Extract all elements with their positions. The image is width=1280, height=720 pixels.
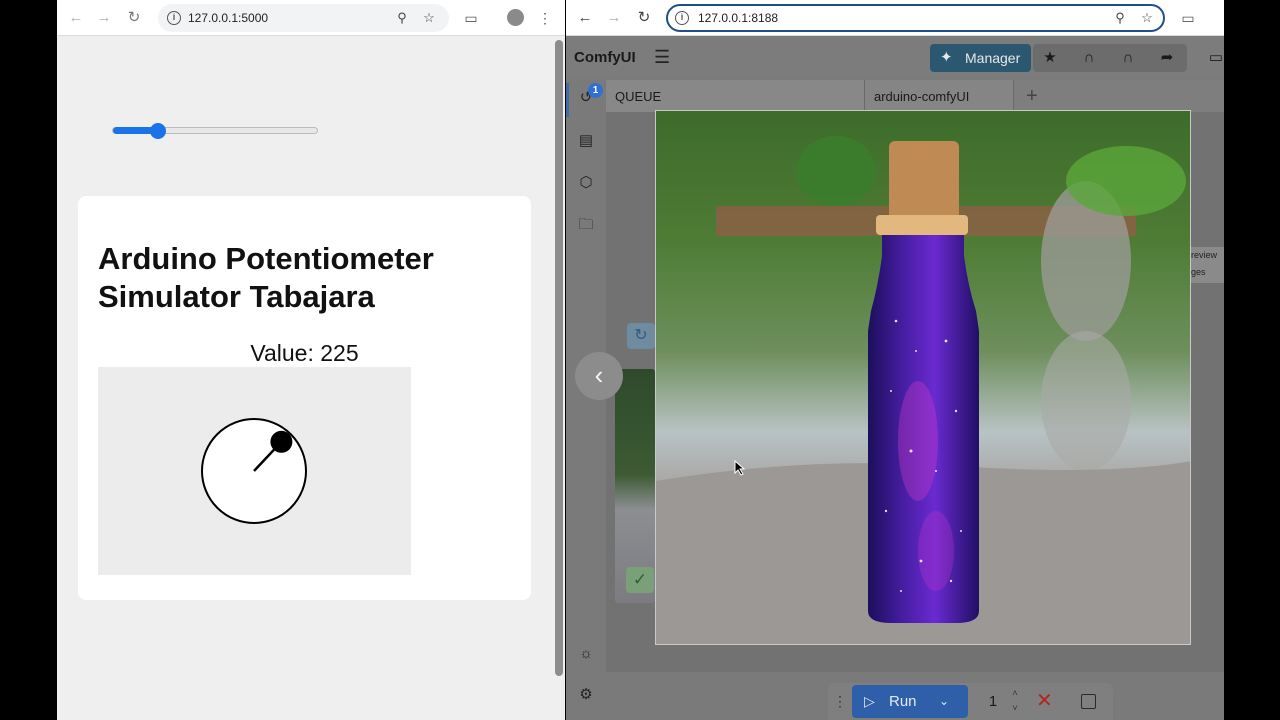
comfyui-header: ComfyUI ☰ ✦ Manager ★ ∩ ∩ ➦ ▭ xyxy=(566,37,1224,79)
batch-stepper[interactable]: ˄ ˅ xyxy=(1008,686,1022,716)
manager-button[interactable]: ✦ Manager xyxy=(930,44,1031,72)
loading-spinner-icon: ↻ xyxy=(627,323,655,349)
node-library-icon[interactable]: ▤ xyxy=(576,131,596,151)
star-icon[interactable]: ★ xyxy=(1040,49,1060,67)
value-readout: Value: 225 xyxy=(250,340,359,366)
cancel-icon[interactable]: ✕ xyxy=(1036,690,1053,712)
model-library-icon[interactable]: ⬡ xyxy=(576,173,596,193)
extensions-icon[interactable]: ▭ xyxy=(462,9,480,27)
site-info-icon[interactable]: i xyxy=(167,11,181,25)
zoom-icon[interactable]: ⚲ xyxy=(394,10,410,26)
profile-avatar[interactable] xyxy=(507,9,524,26)
address-url: 127.0.0.1:5000 xyxy=(188,11,269,25)
manager-label: Manager xyxy=(965,50,1021,66)
knob-indicator-dot xyxy=(270,430,293,453)
side-panel-label: review ges xyxy=(1188,247,1224,283)
left-scrollbar[interactable] xyxy=(555,40,563,676)
potentiometer-canvas xyxy=(98,367,411,575)
address-url: 127.0.0.1:8188 xyxy=(698,11,779,25)
zoom-icon[interactable]: ⚲ xyxy=(1112,10,1128,26)
stop-icon[interactable] xyxy=(1081,694,1096,709)
theme-toggle-icon[interactable]: ☼ xyxy=(576,644,596,664)
forward-icon[interactable]: → xyxy=(604,8,624,28)
queue-badge: 1 xyxy=(588,83,603,98)
tab-queue[interactable]: QUEUE xyxy=(606,80,864,112)
active-indicator xyxy=(566,83,569,117)
page-title: Arduino Potentiometer Simulator Tabajara xyxy=(98,241,434,314)
header-action-group: ★ ∩ ∩ ➦ xyxy=(1033,44,1187,72)
reload-icon[interactable]: ↻ xyxy=(124,8,144,28)
address-bar[interactable]: i 127.0.0.1:8188 ⚲ ☆ xyxy=(666,4,1165,32)
tab-workflow[interactable]: arduino-comfyUI xyxy=(864,80,1014,112)
left-toolbar: ← → ↻ i 127.0.0.1:5000 ⚲ ☆ ▭ ⋮ xyxy=(57,0,565,36)
tab-strip: QUEUE arduino-comfyUI + xyxy=(606,80,1224,112)
chevron-down-icon[interactable]: ⌄ xyxy=(939,685,949,718)
slider-thumb[interactable] xyxy=(150,123,167,139)
bottle-image xyxy=(656,111,1190,644)
image-preview xyxy=(655,110,1191,645)
app-title: ComfyUI xyxy=(574,49,636,66)
side-label-line: ges xyxy=(1191,267,1206,277)
play-icon: ▷ xyxy=(864,693,875,709)
completed-check-icon: ✓ xyxy=(626,567,654,593)
network-icon[interactable]: ∩ xyxy=(1079,49,1099,67)
reload-icon[interactable]: ↻ xyxy=(634,8,654,28)
add-tab-icon[interactable]: + xyxy=(1026,86,1038,106)
network-alt-icon[interactable]: ∩ xyxy=(1118,49,1138,67)
share-icon[interactable]: ➦ xyxy=(1157,49,1177,67)
more-menu-icon[interactable]: ⋮ xyxy=(536,9,554,27)
run-label: Run xyxy=(889,693,917,710)
previous-image-button[interactable]: ‹ xyxy=(575,352,623,400)
puzzle-icon: ✦ xyxy=(940,49,953,66)
side-label-line: review xyxy=(1191,250,1218,260)
address-bar[interactable]: i 127.0.0.1:5000 ⚲ ☆ xyxy=(158,4,449,32)
potentiometer-knob xyxy=(201,418,307,524)
back-icon[interactable]: ← xyxy=(66,8,86,28)
potentiometer-slider[interactable] xyxy=(112,123,318,139)
batch-count-input[interactable]: 1 xyxy=(978,689,1008,715)
left-browser-window: ← → ↻ i 127.0.0.1:5000 ⚲ ☆ ▭ ⋮ Arduino P… xyxy=(57,0,565,720)
right-toolbar: ← → ↻ i 127.0.0.1:8188 ⚲ ☆ ▭ xyxy=(566,0,1224,36)
bookmark-star-icon[interactable]: ☆ xyxy=(1139,10,1155,26)
site-info-icon[interactable]: i xyxy=(675,11,689,25)
settings-gear-icon[interactable]: ⚙ xyxy=(576,685,596,705)
workflows-folder-icon[interactable]: 🗀 xyxy=(576,215,596,235)
back-icon[interactable]: ← xyxy=(575,8,595,28)
mouse-cursor-icon xyxy=(734,460,746,476)
run-button[interactable]: ▷ Run ⌄ xyxy=(852,685,968,718)
panel-toggle-icon[interactable]: ▭ xyxy=(1206,49,1224,67)
bookmark-star-icon[interactable]: ☆ xyxy=(421,10,437,26)
forward-icon[interactable]: → xyxy=(94,8,114,28)
extensions-icon[interactable]: ▭ xyxy=(1179,9,1197,27)
hamburger-menu-icon[interactable]: ☰ xyxy=(654,48,670,66)
run-toolbar: ⋮⋮ ▷ Run ⌄ 1 ˄ ˅ ✕ xyxy=(828,683,1113,720)
simulator-card: Arduino Potentiometer Simulator Tabajara… xyxy=(78,196,531,600)
right-browser-window: ← → ↻ i 127.0.0.1:8188 ⚲ ☆ ▭ ComfyUI ☰ ✦… xyxy=(566,0,1224,720)
